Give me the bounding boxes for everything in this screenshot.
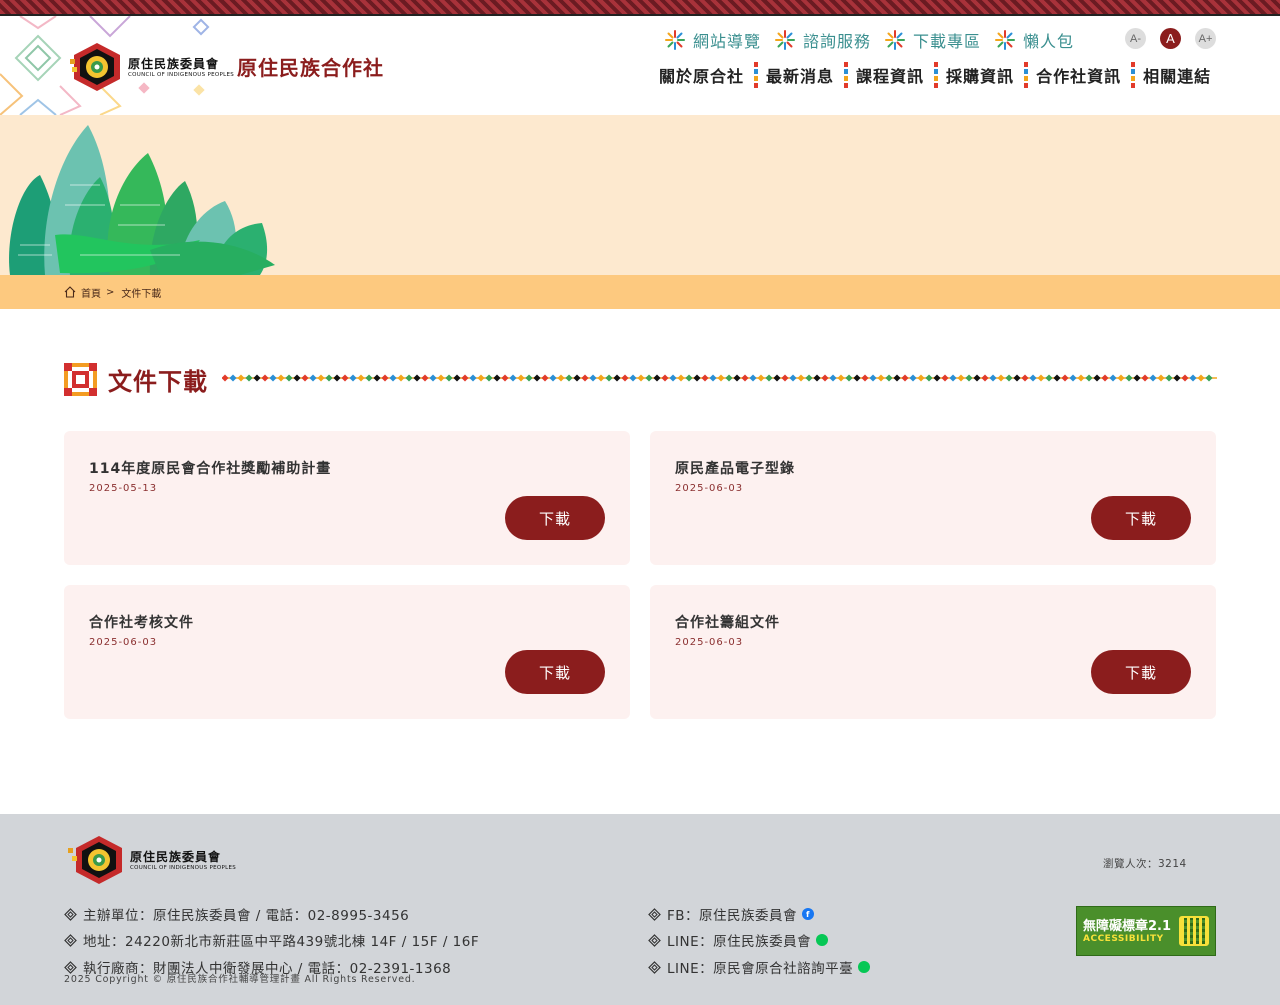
diamond-bullet-icon (64, 933, 77, 947)
top-pattern-strip (0, 0, 1280, 16)
main-nav: 關於原合社 最新消息 課程資訊 採購資訊 合作社資訊 相關連結 (659, 62, 1211, 88)
nav-item[interactable]: 採購資訊 (946, 63, 1014, 87)
sun-pattern-icon (885, 30, 906, 50)
footer-info-text: 主辦單位：原住民族委員會 / 電話：02-8995-3456 (83, 908, 410, 924)
footer-council-name-zh: 原住民族委員會 (130, 849, 222, 864)
page-banner (0, 115, 1280, 275)
page-title-block: 文件下載 (64, 362, 208, 397)
font-larger-button[interactable]: A+ (1195, 28, 1216, 49)
footer-info-line: 主辦單位：原住民族委員會 / 電話：02-8995-3456 (64, 904, 409, 924)
nav-item[interactable]: 合作社資訊 (1036, 63, 1121, 87)
document-title[interactable]: 原民產品電子型錄 (675, 458, 795, 478)
font-normal-button[interactable]: A (1160, 28, 1181, 49)
document-date: 2025-06-03 (89, 637, 158, 648)
utility-link[interactable]: 下載專區 (885, 28, 981, 52)
utility-nav: 網站導覽 諮詢服務 下載專區 懶人包 (665, 28, 1088, 52)
download-button[interactable]: 下載 (1091, 496, 1191, 540)
document-title[interactable]: 合作社籌組文件 (675, 612, 780, 632)
footer-social-link[interactable]: FB：原住民族委員會 f (648, 904, 815, 924)
footer-social-link[interactable]: LINE：原住民族委員會 (648, 930, 829, 950)
home-icon (64, 286, 76, 298)
utility-link-label: 諮詢服務 (803, 32, 872, 51)
footer-info-line: 地址：24220新北市新莊區中平路439號北棟 14F / 15F / 16F (64, 930, 479, 950)
council-emblem-icon (68, 836, 122, 884)
document-date: 2025-05-13 (89, 483, 158, 494)
badge-subtitle: ACCESSIBILITY (1083, 934, 1164, 944)
footer-council-logo[interactable]: 原住民族委員會 COUNCIL OF INDIGENOUS PEOPLES (68, 834, 236, 884)
nav-separator (934, 62, 939, 88)
utility-link[interactable]: 網站導覽 (665, 28, 761, 52)
footer-social-link[interactable]: LINE：原民會原合社諮詢平臺 (648, 957, 871, 977)
site-name[interactable]: 原住民族合作社 (237, 52, 384, 81)
nav-separator (1131, 62, 1136, 88)
copyright: 2025 Copyright © 原住民族合作社輔導管理計畫 All Right… (64, 974, 416, 985)
council-name-en: COUNCIL OF INDIGENOUS PEOPLES (128, 71, 235, 78)
footer-social-text: FB：原住民族委員會 (667, 908, 798, 924)
line-icon (858, 961, 871, 973)
diamond-bullet-icon (64, 907, 77, 921)
font-size-controls: A- A A+ (1125, 28, 1230, 49)
visitor-count: 瀏覽人次：3214 (1103, 858, 1187, 870)
utility-link[interactable]: 懶人包 (995, 28, 1074, 52)
document-card: 合作社籌組文件 2025-06-03 下載 (650, 585, 1216, 719)
document-title[interactable]: 合作社考核文件 (89, 612, 194, 632)
breadcrumb-separator: > (106, 286, 115, 298)
council-emblem-icon (70, 43, 120, 91)
nav-item[interactable]: 最新消息 (766, 63, 834, 87)
page-title: 文件下載 (108, 368, 208, 396)
sun-pattern-icon (995, 30, 1016, 50)
download-button[interactable]: 下載 (505, 650, 605, 694)
title-pattern-icon (64, 363, 97, 396)
footer-social-text: LINE：原民會原合社諮詢平臺 (667, 961, 854, 977)
utility-link-label: 網站導覽 (693, 32, 762, 51)
council-logo[interactable]: 原住民族委員會 COUNCIL OF INDIGENOUS PEOPLES (70, 41, 234, 91)
nav-item[interactable]: 課程資訊 (856, 63, 924, 87)
sun-pattern-icon (775, 30, 796, 50)
sun-pattern-icon (665, 30, 685, 50)
document-title[interactable]: 114年度原民會合作社獎勵補助計畫 (89, 458, 331, 478)
utility-link-label: 懶人包 (1023, 32, 1075, 51)
font-smaller-button[interactable]: A- (1125, 28, 1146, 49)
utility-link[interactable]: 諮詢服務 (775, 28, 871, 52)
leaf-illustration (9, 125, 275, 275)
nav-separator (844, 62, 849, 88)
badge-title: 無障礙標章2.1 (1083, 919, 1172, 934)
site-header: 原住民族委員會 COUNCIL OF INDIGENOUS PEOPLES 原住… (0, 16, 1280, 115)
diamond-bullet-icon (648, 960, 661, 974)
accessibility-badge[interactable]: 無障礙標章2.1 ACCESSIBILITY (1076, 906, 1216, 956)
breadcrumb-home[interactable]: 首頁 (81, 285, 101, 300)
document-card: 合作社考核文件 2025-06-03 下載 (64, 585, 630, 719)
document-date: 2025-06-03 (675, 637, 744, 648)
line-icon (816, 934, 829, 946)
badge-grid-icon (1179, 916, 1209, 946)
document-card: 114年度原民會合作社獎勵補助計畫 2025-05-13 下載 (64, 431, 630, 565)
nav-item[interactable]: 相關連結 (1143, 63, 1211, 87)
facebook-icon: f (802, 908, 815, 920)
utility-link-label: 下載專區 (913, 32, 982, 51)
title-decorative-line (222, 374, 1217, 382)
footer-council-name-en: COUNCIL OF INDIGENOUS PEOPLES (130, 864, 237, 871)
nav-separator (1024, 62, 1029, 88)
footer-social-text: LINE：原住民族委員會 (667, 934, 812, 950)
diamond-bullet-icon (648, 907, 661, 921)
document-card: 原民產品電子型錄 2025-06-03 下載 (650, 431, 1216, 565)
nav-item[interactable]: 關於原合社 (659, 63, 744, 87)
site-footer: 原住民族委員會 COUNCIL OF INDIGENOUS PEOPLES 主辦… (0, 814, 1280, 1005)
download-button[interactable]: 下載 (505, 496, 605, 540)
nav-separator (754, 62, 759, 88)
download-button[interactable]: 下載 (1091, 650, 1191, 694)
diamond-bullet-icon (648, 933, 661, 947)
document-date: 2025-06-03 (675, 483, 744, 494)
breadcrumb: 首頁 > 文件下載 (0, 275, 1280, 309)
footer-info-text: 地址：24220新北市新莊區中平路439號北棟 14F / 15F / 16F (83, 934, 480, 950)
breadcrumb-current: 文件下載 (121, 288, 162, 300)
council-name-zh: 原住民族委員會 (128, 56, 220, 71)
